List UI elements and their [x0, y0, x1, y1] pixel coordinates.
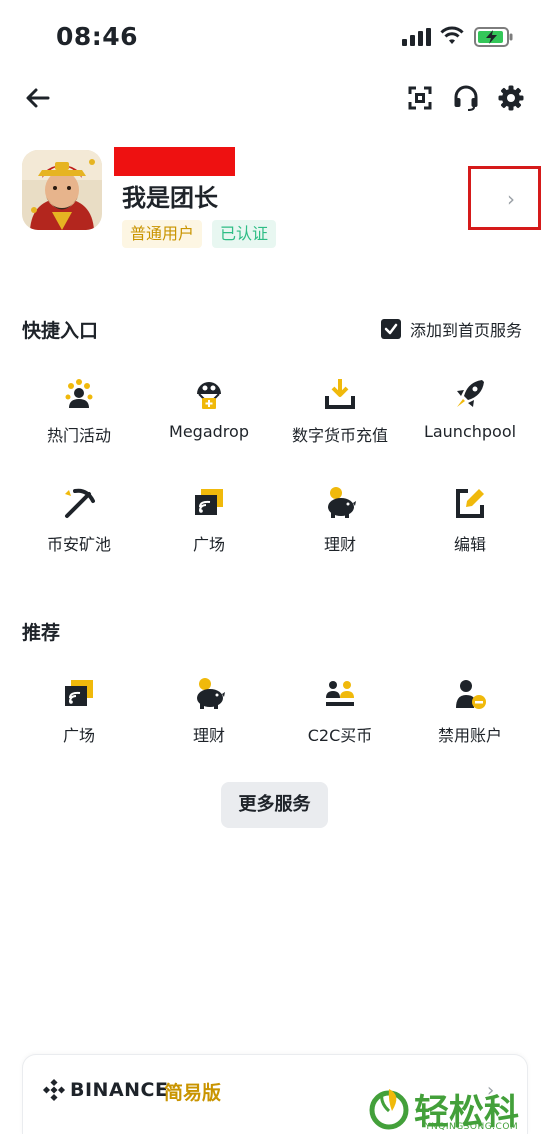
edit-icon [456, 489, 484, 518]
recommended-item-label: 理财 [192, 726, 225, 745]
rocket-icon [457, 380, 484, 407]
quick-item-megadrop[interactable]: Megadrop [144, 376, 274, 441]
recommended-item-label: 广场 [62, 726, 95, 745]
watermark-logo-icon [369, 1089, 409, 1130]
quick-item-deposit[interactable]: 数字货币充值 [275, 376, 405, 446]
deposit-icon [325, 379, 355, 409]
piggy-bank-icon [328, 487, 356, 518]
recommended-item-c2c[interactable]: C2C买币 [275, 676, 405, 746]
checkbox-checked-icon[interactable] [381, 319, 401, 339]
quick-item-label: 热门活动 [46, 426, 111, 445]
quick-item-earn[interactable]: 理财 [275, 485, 405, 555]
recommended-item-label: C2C买币 [307, 726, 373, 745]
profile-nickname: 我是团长 [122, 184, 218, 212]
scan-icon[interactable] [408, 86, 432, 110]
avatar[interactable] [22, 150, 102, 230]
recommended-item-earn[interactable]: 理财 [144, 676, 274, 746]
recommended-title: 推荐 [22, 622, 61, 644]
status-time: 08:46 [56, 22, 139, 51]
c2c-users-icon [326, 681, 354, 706]
disable-account-icon [456, 680, 486, 709]
battery-charging-icon [474, 27, 513, 47]
recommended-item-disable-account[interactable]: 禁用账户 [405, 676, 535, 746]
back-arrow-icon[interactable] [24, 84, 52, 112]
quick-item-label: 编辑 [453, 535, 486, 554]
piggy-bank-icon [197, 678, 225, 709]
quick-item-square[interactable]: 广场 [144, 485, 274, 555]
quick-item-label: Launchpool [423, 422, 517, 441]
quick-item-label: 广场 [192, 535, 225, 554]
pickaxe-icon [65, 488, 95, 518]
quick-item-launchpool[interactable]: Launchpool [405, 376, 535, 441]
customer-service-headset-icon[interactable] [453, 85, 479, 111]
watermark-url: YNQINGSONG.COM [425, 1122, 519, 1132]
profile-detail-button[interactable]: › [468, 166, 541, 230]
lite-mode-label: 简易版 [164, 1082, 222, 1104]
more-services-button[interactable]: 更多服务 [221, 782, 328, 828]
add-to-home-label: 添加到首页服务 [410, 321, 523, 340]
quick-item-label: 数字货币充值 [291, 426, 388, 445]
redacted-uid-block [114, 147, 235, 176]
wifi-icon [440, 26, 464, 44]
recommended-item-label: 禁用账户 [437, 726, 502, 745]
hot-activity-icon [65, 379, 93, 408]
quick-item-label: 理财 [323, 535, 356, 554]
quick-item-label: 币安矿池 [46, 535, 111, 554]
add-to-home-toggle[interactable]: 添加到首页服务 [381, 317, 522, 341]
binance-logo-icon [42, 1078, 66, 1102]
quick-item-edit[interactable]: 编辑 [405, 485, 535, 555]
binance-brand-text: BINANCE [70, 1079, 169, 1101]
quick-access-title: 快捷入口 [22, 320, 99, 342]
user-level-badge: 普通用户 [122, 220, 203, 248]
chevron-right-icon: › [507, 187, 515, 211]
megadrop-icon [197, 382, 221, 409]
quick-item-mining-pool[interactable]: 币安矿池 [14, 485, 144, 555]
quick-item-label: Megadrop [169, 422, 249, 441]
square-feed-icon [65, 680, 93, 706]
verified-badge: 已认证 [212, 220, 277, 248]
quick-item-hot-activity[interactable]: 热门活动 [14, 376, 144, 446]
square-feed-icon [195, 489, 223, 515]
settings-gear-icon[interactable] [498, 85, 524, 111]
cellular-signal-icon [402, 28, 431, 46]
recommended-item-square[interactable]: 广场 [14, 676, 144, 746]
